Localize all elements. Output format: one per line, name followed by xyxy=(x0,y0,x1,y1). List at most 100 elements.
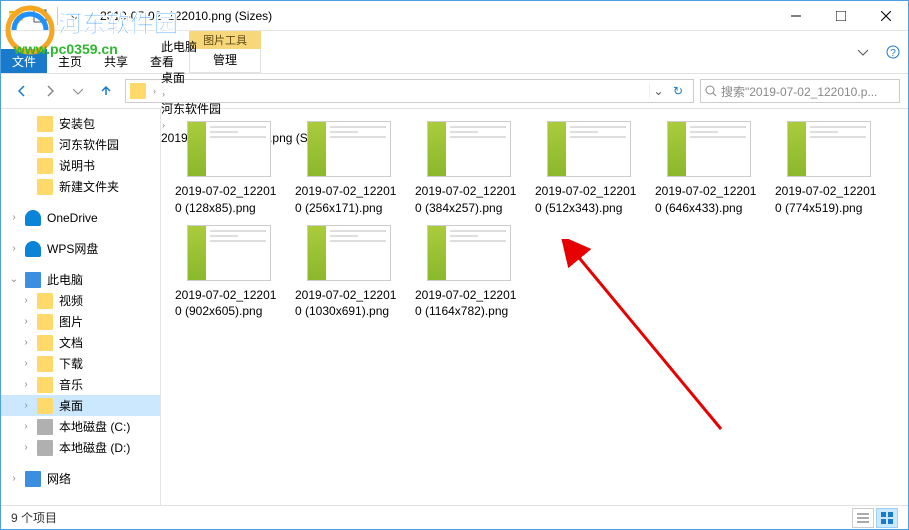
sidebar-item-label: 此电脑 xyxy=(47,271,83,288)
sidebar-item-label: 河东软件园 xyxy=(59,136,119,153)
chevron-right-icon[interactable]: › xyxy=(153,86,156,96)
expand-icon[interactable]: › xyxy=(9,212,19,223)
file-name: 2019-07-02_122010 (384x257).png xyxy=(411,183,527,217)
expand-icon[interactable]: ⌄ xyxy=(9,274,19,285)
sidebar-item-label: 文档 xyxy=(59,334,83,351)
folder-icon xyxy=(37,314,53,330)
expand-icon[interactable]: › xyxy=(21,400,31,411)
thumbnail xyxy=(187,121,271,177)
file-item[interactable]: 2019-07-02_122010 (774x519).png xyxy=(771,121,887,217)
sidebar-item[interactable]: › 桌面 xyxy=(1,395,160,416)
item-count: 9 个项目 xyxy=(11,509,57,526)
file-item[interactable]: 2019-07-02_122010 (384x257).png xyxy=(411,121,527,217)
sidebar-item[interactable]: ›本地磁盘 (D:) xyxy=(1,437,160,458)
folder-icon xyxy=(130,83,146,99)
folder-icon xyxy=(37,398,53,414)
up-button[interactable] xyxy=(93,78,119,104)
share-tab[interactable]: 共享 xyxy=(93,49,139,73)
drive-icon xyxy=(37,440,53,456)
sidebar-item-label: 下载 xyxy=(59,355,83,372)
home-tab[interactable]: 主页 xyxy=(47,49,93,73)
sidebar-item[interactable]: ›音乐 xyxy=(1,374,160,395)
folder-icon xyxy=(37,377,53,393)
ribbon-expand-button[interactable] xyxy=(848,31,878,73)
quick-access-toolbar xyxy=(1,5,90,27)
sidebar-item[interactable]: › 下载 xyxy=(1,353,160,374)
help-button[interactable]: ? xyxy=(878,31,908,73)
minimize-button[interactable] xyxy=(773,1,818,30)
thumbnails-view-button[interactable] xyxy=(876,508,898,528)
sidebar-item-label: 桌面 xyxy=(59,397,83,414)
thumbnail xyxy=(547,121,631,177)
file-item[interactable]: 2019-07-02_122010 (646x433).png xyxy=(651,121,767,217)
sidebar-item[interactable]: › OneDrive xyxy=(1,207,160,228)
file-item[interactable]: 2019-07-02_122010 (512x343).png xyxy=(531,121,647,217)
sidebar-item-label: 新建文件夹 xyxy=(59,178,119,195)
expand-icon[interactable]: › xyxy=(9,473,19,484)
ribbon: 文件 主页 共享 查看 图片工具 管理 ? xyxy=(1,31,908,74)
expand-icon[interactable]: › xyxy=(21,421,31,432)
file-tab[interactable]: 文件 xyxy=(1,49,47,73)
expand-icon[interactable]: › xyxy=(21,358,31,369)
sidebar-item[interactable]: ›本地磁盘 (C:) xyxy=(1,416,160,437)
folder-icon xyxy=(37,116,53,132)
file-name: 2019-07-02_122010 (1030x691).png xyxy=(291,287,407,321)
thumbnail xyxy=(667,121,751,177)
expand-icon[interactable]: › xyxy=(21,379,31,390)
address-bar[interactable]: › 此电脑›桌面›河东软件园›2019-07-02_122010.png (Si… xyxy=(125,79,694,103)
address-dropdown[interactable]: ⌄ xyxy=(649,84,667,98)
file-list[interactable]: 2019-07-02_122010 (128x85).png2019-07-02… xyxy=(161,109,908,505)
sidebar-item-label: 网络 xyxy=(47,470,71,487)
file-item[interactable]: 2019-07-02_122010 (256x171).png xyxy=(291,121,407,217)
back-button[interactable] xyxy=(9,78,35,104)
file-item[interactable]: 2019-07-02_122010 (1030x691).png xyxy=(291,225,407,321)
refresh-button[interactable]: ↻ xyxy=(667,84,689,98)
folder-icon[interactable] xyxy=(5,5,27,27)
breadcrumb-segment[interactable]: 此电脑 xyxy=(159,38,335,55)
thumbnail xyxy=(787,121,871,177)
sidebar-item-label: 安装包 xyxy=(59,115,95,132)
file-item[interactable]: 2019-07-02_122010 (1164x782).png xyxy=(411,225,527,321)
details-view-button[interactable] xyxy=(852,508,874,528)
sidebar-item-label: OneDrive xyxy=(47,211,98,225)
file-item[interactable]: 2019-07-02_122010 (128x85).png xyxy=(171,121,287,217)
sidebar-item[interactable]: 新建文件夹 xyxy=(1,176,160,197)
sidebar-item[interactable]: 安装包 xyxy=(1,113,160,134)
sidebar-item[interactable]: 说明书 xyxy=(1,155,160,176)
search-placeholder: 搜索"2019-07-02_122010.p... xyxy=(721,83,877,100)
breadcrumb-segment[interactable]: 桌面 xyxy=(159,69,335,86)
sidebar-item[interactable]: 河东软件园 xyxy=(1,134,160,155)
sidebar-item-label: WPS网盘 xyxy=(47,240,98,257)
chevron-right-icon[interactable]: › xyxy=(162,58,165,68)
qat-dropdown-icon[interactable] xyxy=(64,5,86,27)
sidebar-item[interactable]: › 文档 xyxy=(1,332,160,353)
file-name: 2019-07-02_122010 (1164x782).png xyxy=(411,287,527,321)
maximize-button[interactable] xyxy=(818,1,863,30)
drive-icon xyxy=(37,419,53,435)
sidebar-item[interactable]: ›视频 xyxy=(1,290,160,311)
sidebar-item[interactable]: ⌄ 此电脑 xyxy=(1,269,160,290)
chevron-right-icon[interactable]: › xyxy=(162,89,165,99)
recent-dropdown[interactable] xyxy=(65,78,91,104)
expand-icon[interactable]: › xyxy=(21,442,31,453)
expand-icon[interactable]: › xyxy=(9,243,19,254)
expand-icon[interactable]: › xyxy=(21,316,31,327)
expand-icon[interactable]: › xyxy=(21,295,31,306)
sidebar-item[interactable]: › WPS网盘 xyxy=(1,238,160,259)
close-button[interactable] xyxy=(863,1,908,30)
properties-icon[interactable] xyxy=(29,5,51,27)
navigation-pane[interactable]: 安装包河东软件园说明书新建文件夹 › OneDrive › WPS网盘 ⌄ 此电脑 ›视频›图… xyxy=(1,109,161,505)
sidebar-item[interactable]: › 网络 xyxy=(1,468,160,489)
svg-text:?: ? xyxy=(890,48,896,59)
sidebar-item[interactable]: ›图片 xyxy=(1,311,160,332)
forward-button[interactable] xyxy=(37,78,63,104)
folder-icon xyxy=(37,137,53,153)
explorer-window: 2019-07-02_122010.png (Sizes) 文件 主页 共享 查… xyxy=(0,0,909,530)
body: 安装包河东软件园说明书新建文件夹 › OneDrive › WPS网盘 ⌄ 此电脑 ›视频›图… xyxy=(1,109,908,505)
folder-icon xyxy=(37,179,53,195)
file-item[interactable]: 2019-07-02_122010 (902x605).png xyxy=(171,225,287,321)
search-input[interactable]: 搜索"2019-07-02_122010.p... xyxy=(700,79,900,103)
cloud-icon xyxy=(25,241,41,257)
address-row: › 此电脑›桌面›河东软件园›2019-07-02_122010.png (Si… xyxy=(1,74,908,109)
expand-icon[interactable]: › xyxy=(21,337,31,348)
